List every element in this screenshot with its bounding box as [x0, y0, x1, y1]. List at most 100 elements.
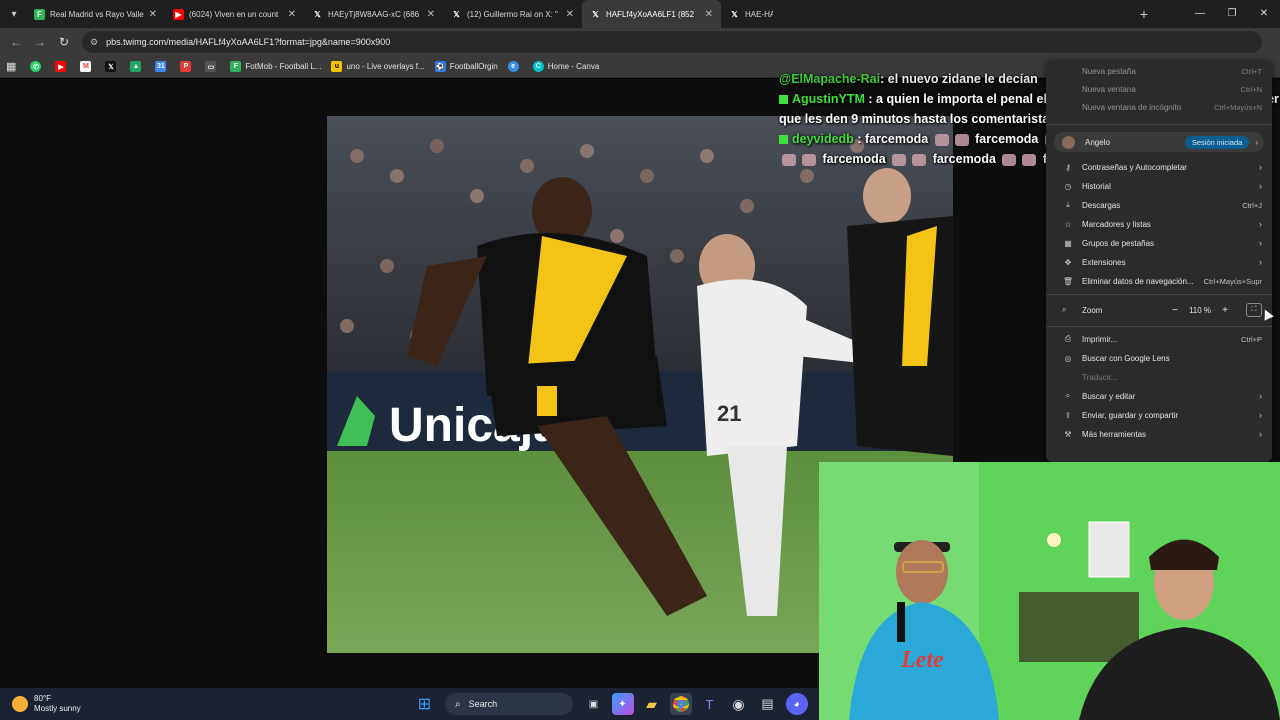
menu-item-clear-data[interactable]: 🗑 Eliminar datos de navegación... Ctrl+M…: [1046, 272, 1272, 290]
store-icon[interactable]: ▤: [757, 693, 779, 715]
new-tab-button[interactable]: +: [1133, 6, 1155, 22]
menu-item-new-tab[interactable]: Nueva pestaña Ctrl+T: [1046, 62, 1272, 80]
zoom-label: Zoom: [1082, 305, 1103, 315]
key-icon: ⚷: [1065, 162, 1071, 172]
menu-label: Grupos de pestañas: [1082, 238, 1155, 248]
close-icon[interactable]: ✕: [566, 9, 574, 20]
tab-title: (12) Guillermo Rai on X: ": [467, 9, 558, 19]
chevron-right-icon: ›: [1259, 219, 1262, 229]
bookmark-whatsapp[interactable]: ✆: [30, 61, 45, 72]
screen: ▾ F Real Madrid vs Rayo Valle ✕ ▶ (6024)…: [0, 0, 1280, 720]
bookmark-pdf[interactable]: P: [180, 61, 195, 72]
menu-label: Buscar y editar: [1082, 391, 1136, 401]
canva-icon: C: [532, 61, 544, 72]
whatsapp-icon: ✆: [30, 61, 42, 72]
print-icon: ⎙: [1064, 334, 1072, 343]
copilot-icon[interactable]: ✦: [611, 693, 634, 715]
fullscreen-icon[interactable]: ⛶: [1246, 303, 1262, 317]
site-info-icon[interactable]: ⚙: [90, 37, 98, 48]
windows-start-icon[interactable]: ⊞: [414, 693, 436, 715]
bookmark-edge[interactable]: e: [507, 61, 523, 72]
back-icon[interactable]: ←: [4, 35, 28, 49]
close-window-icon[interactable]: ✕: [1248, 0, 1280, 28]
close-icon[interactable]: ✕: [427, 9, 435, 20]
tab-4-active[interactable]: 𝕏 HAFLf4yXoAA6LF1 (852 ✕: [582, 0, 721, 28]
menu-divider: [1046, 326, 1272, 327]
menu-item-lens[interactable]: ◎ Buscar con Google Lens: [1046, 349, 1272, 367]
tab-0[interactable]: F Real Madrid vs Rayo Valle ✕: [26, 0, 165, 28]
menu-item-downloads[interactable]: ⤓ Descargas Ctrl+J: [1046, 196, 1272, 214]
x-icon: 𝕏: [314, 9, 321, 19]
weather-temp: 80°F: [34, 694, 51, 703]
menu-item-find-edit[interactable]: ⌕ Buscar y editar ›: [1046, 387, 1272, 405]
restore-icon[interactable]: ❐: [1216, 0, 1248, 28]
menu-label: Eliminar datos de navegación...: [1082, 276, 1194, 286]
zoom-level: 110 %: [1188, 305, 1212, 315]
chevron-right-icon: ›: [1259, 238, 1262, 248]
zoom-out-button[interactable]: −: [1168, 305, 1182, 316]
bookmark-x[interactable]: 𝕏: [105, 61, 120, 72]
search-edit-icon: ⌕: [1065, 391, 1071, 400]
download-icon: ⤓: [1066, 200, 1070, 209]
close-icon[interactable]: ✕: [705, 9, 713, 20]
menu-item-bookmarks[interactable]: ☆ Marcadores y listas ›: [1046, 215, 1272, 233]
menu-item-extensions[interactable]: ✥ Extensiones ›: [1046, 253, 1272, 271]
tab-1[interactable]: ▶ (6024) Viven en un count ✕: [165, 0, 304, 28]
tab-5[interactable]: 𝕏 HAE-HAEW: [721, 0, 781, 28]
minimize-icon[interactable]: —: [1184, 0, 1216, 28]
star-icon: ☆: [1064, 219, 1072, 229]
bookmark-label: uno - Live overlays f...: [346, 62, 425, 71]
bookmark-canva[interactable]: C Home - Canva: [532, 61, 599, 72]
chrome-icon[interactable]: [669, 693, 692, 715]
profile-row[interactable]: Angelo Sesión iniciada ›: [1054, 132, 1264, 152]
menu-item-tab-groups[interactable]: ▦ Grupos de pestañas ›: [1046, 234, 1272, 252]
bookmark-gmail[interactable]: M: [80, 61, 95, 72]
menu-item-passwords[interactable]: ⚷ Contraseñas y Autocompletar ›: [1046, 158, 1272, 176]
bookmark-label: FootballOrgin: [449, 62, 498, 71]
reload-icon[interactable]: ↻: [52, 35, 76, 49]
file-explorer-icon[interactable]: ▰: [641, 693, 663, 715]
chat-text: : farcemoda: [857, 132, 929, 146]
x-icon: 𝕏: [105, 61, 117, 72]
menu-item-incognito[interactable]: Nueva ventana de incógnito Ctrl+Mayús+N: [1046, 98, 1272, 116]
bookmark-calendar[interactable]: 31: [155, 61, 170, 72]
browser-menu: Nueva pestaña Ctrl+T Nueva ventana Ctrl+…: [1046, 60, 1272, 462]
taskbar-search[interactable]: ⌕ Search: [445, 693, 573, 715]
bookmark-youtube[interactable]: ▶: [55, 61, 70, 72]
bookmark-uno[interactable]: u uno - Live overlays f...: [331, 61, 425, 72]
fotmob-icon: F: [230, 61, 242, 72]
menu-divider: [1046, 294, 1272, 295]
tab-search-icon[interactable]: ▾: [2, 4, 26, 24]
lens-icon: ◎: [1064, 353, 1072, 363]
tab-3[interactable]: 𝕏 (12) Guillermo Rai on X: " ✕: [443, 0, 582, 28]
apps-icon[interactable]: ▦: [6, 60, 16, 73]
menu-label: Nueva pestaña: [1082, 66, 1136, 76]
menu-item-more-tools[interactable]: ⚒ Más herramientas ›: [1046, 425, 1272, 443]
forward-icon[interactable]: →: [28, 35, 52, 49]
menu-item-share[interactable]: ⇪ Enviar, guardar y compartir ›: [1046, 406, 1272, 424]
zoom-in-button[interactable]: +: [1218, 305, 1232, 316]
chevron-right-icon: ›: [1259, 410, 1262, 420]
obs-icon[interactable]: ◉: [728, 693, 750, 715]
weather-widget[interactable]: 80°F Mostly sunny: [12, 694, 81, 714]
bookmark-footballorgin[interactable]: ⚽ FootballOrgin: [434, 61, 498, 72]
footballorgin-icon: ⚽: [434, 61, 446, 72]
tools-icon: ⚒: [1064, 429, 1072, 439]
bookmark-fotmob[interactable]: F FotMob - Football L...: [230, 61, 321, 72]
tab-2[interactable]: 𝕏 HAEyTj8W8AAG-xC (686 ✕: [304, 0, 443, 28]
bookmark-drive[interactable]: ▲: [130, 61, 145, 72]
menu-item-new-window[interactable]: Nueva ventana Ctrl+N: [1046, 80, 1272, 98]
history-icon: ◷: [1064, 181, 1072, 191]
menu-item-history[interactable]: ◷ Historial ›: [1046, 177, 1272, 195]
close-icon[interactable]: ✕: [288, 9, 296, 20]
emote-icon: [954, 133, 969, 146]
chevron-right-icon: ›: [1259, 257, 1262, 267]
teams-icon[interactable]: T: [699, 693, 721, 715]
address-bar[interactable]: ⚙ pbs.twimg.com/media/HAFLf4yXoAA6LF1?fo…: [82, 31, 1262, 53]
menu-item-print[interactable]: ⎙ Imprimir... Ctrl+P: [1046, 330, 1272, 348]
task-view-icon[interactable]: ▣: [583, 693, 605, 715]
chevron-right-icon: ›: [1259, 162, 1262, 172]
bookmark-folder[interactable]: ▭: [205, 61, 220, 72]
close-icon[interactable]: ✕: [149, 9, 157, 20]
discord-icon[interactable]: ◕: [785, 693, 808, 715]
